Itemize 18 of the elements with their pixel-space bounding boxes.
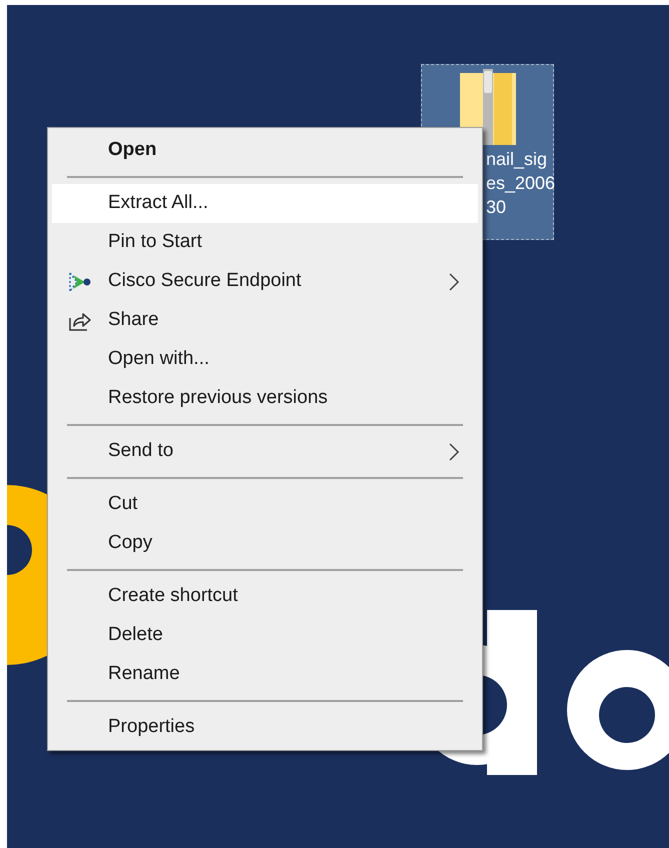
menu-item[interactable]: Cut <box>52 485 478 524</box>
endpoint-arrow-icon <box>67 270 93 292</box>
menu-item[interactable]: Cisco Secure Endpoint <box>52 262 478 301</box>
menu-item[interactable]: Delete <box>52 616 478 655</box>
menu-item[interactable]: Create shortcut <box>52 577 478 616</box>
menu-item[interactable]: Rename <box>52 655 478 694</box>
file-name-text: 30 <box>486 196 506 219</box>
chevron-right-icon <box>448 272 460 292</box>
menu-item[interactable]: Send to <box>52 432 478 471</box>
menu-item[interactable]: Share <box>52 301 478 340</box>
menu-item[interactable]: Restore previous versions <box>52 379 478 418</box>
menu-item[interactable]: Extract All... <box>52 184 478 223</box>
chevron-right-icon <box>448 442 460 462</box>
file-name-text: es_2006 <box>486 172 556 195</box>
menu-item[interactable]: Open with... <box>52 340 478 379</box>
menu-item[interactable]: Copy <box>52 524 478 563</box>
file-name-text: nail_sig <box>486 148 548 171</box>
menu-item[interactable]: Properties <box>52 708 478 747</box>
